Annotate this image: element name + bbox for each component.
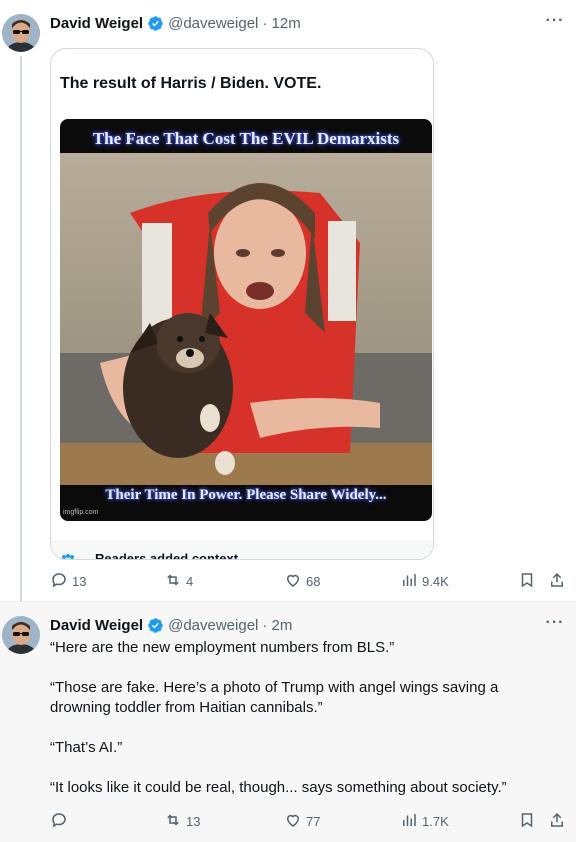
like-button[interactable]: 68 [284,570,320,592]
readers-context-label: Readers added context [95,551,239,559]
views-button[interactable]: 1.7K [400,810,449,832]
like-count: 77 [306,813,321,829]
like-icon [284,811,306,832]
author-handle[interactable]: @daveweigel [168,15,258,32]
tweet-header: David Weigel @daveweigel · 2m [50,615,292,635]
bookmark-icon [518,811,540,832]
author-avatar[interactable] [2,14,40,52]
retweet-count: 13 [186,813,201,829]
tweet-timestamp[interactable]: · 12m [262,15,300,32]
retweet-icon [164,571,186,592]
author-avatar[interactable] [2,616,40,654]
more-icon[interactable]: ··· [544,13,566,34]
meme-photo [60,153,432,485]
quoted-tweet-text: The result of Harris / Biden. VOTE. [60,75,322,92]
reply-icon [50,811,72,832]
views-button[interactable]: 9.4K [400,570,449,592]
quoted-tweet-card[interactable]: The result of Harris / Biden. VOTE. The … [50,48,434,560]
readers-context-strip[interactable]: Readers added context [51,541,433,559]
reply-button[interactable] [50,810,72,832]
meme-image[interactable]: The Face That Cost The EVIL Demarxists T… [60,119,432,521]
readers-context-icon [61,550,75,559]
thread-line [20,56,22,602]
tweet-header: David Weigel @daveweigel · 12m [50,13,301,33]
retweet-button[interactable]: 4 [164,570,193,592]
tweet-paragraph: “That’s AI.” [50,739,123,756]
reply-count: 13 [72,573,87,589]
tweet-actions: 13 4 68 9.4K [0,570,576,592]
views-icon [400,811,422,832]
bookmark-icon [518,571,540,592]
like-count: 68 [306,573,321,589]
tweet-paragraph: “Here are the new employment numbers fro… [50,639,395,656]
tweet-2[interactable]: David Weigel @daveweigel · 2m ··· “Here … [0,602,576,842]
views-icon [400,571,422,592]
imgflip-watermark: imgflip.com [63,509,99,516]
share-icon [548,571,570,592]
author-handle[interactable]: @daveweigel [168,617,258,634]
retweet-icon [164,811,186,832]
verified-badge-icon [147,617,164,634]
bookmark-button[interactable] [518,810,540,832]
tweet-actions: 13 77 1.7K [0,810,576,832]
author-name[interactable]: David Weigel [50,617,143,634]
share-button[interactable] [548,570,570,592]
more-icon[interactable]: ··· [544,615,566,636]
author-name[interactable]: David Weigel [50,15,143,32]
like-button[interactable]: 77 [284,810,320,832]
views-count: 9.4K [422,573,449,589]
retweet-count: 4 [186,573,194,589]
reply-icon [50,571,72,592]
bookmark-button[interactable] [518,570,540,592]
tweet-paragraph: “It looks like it could be real, though.… [50,779,507,796]
like-icon [284,571,306,592]
verified-badge-icon [147,15,164,32]
share-icon [548,811,570,832]
reply-button[interactable]: 13 [50,570,86,592]
tweet-paragraph: “Those are fake. Here’s a photo of Trump… [50,679,499,716]
share-button[interactable] [548,810,570,832]
meme-top-caption: The Face That Cost The EVIL Demarxists [92,129,400,148]
retweet-button[interactable]: 13 [164,810,200,832]
meme-bottom-caption: Their Time In Power. Please Share Widely… [105,487,387,503]
tweet-text: “Here are the new employment numbers fro… [50,638,560,818]
views-count: 1.7K [422,813,449,829]
tweet-timestamp[interactable]: · 2m [262,617,292,634]
tweet-1[interactable]: David Weigel @daveweigel · 12m ··· The r… [0,0,576,602]
